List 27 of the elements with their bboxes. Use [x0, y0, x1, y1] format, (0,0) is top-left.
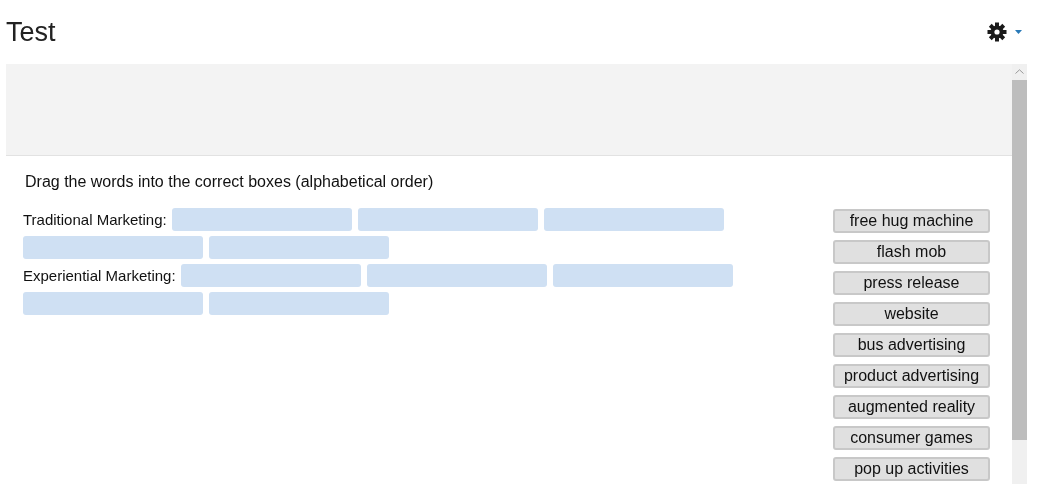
category-label: Experiential Marketing: — [23, 267, 176, 284]
scroll-up-icon[interactable] — [1015, 69, 1024, 74]
drop-zone[interactable] — [357, 208, 538, 231]
settings-icon — [987, 22, 1007, 42]
caret-icon — [1015, 30, 1022, 34]
drop-zone[interactable] — [209, 292, 389, 315]
word-tile[interactable]: free hug machine — [833, 209, 990, 233]
drop-zone[interactable] — [366, 264, 547, 287]
word-tile[interactable]: bus advertising — [833, 333, 990, 357]
category-label: Traditional Marketing: — [23, 211, 167, 228]
word-tile[interactable]: website — [833, 302, 990, 326]
drop-zone[interactable] — [543, 208, 724, 231]
drop-zone[interactable] — [180, 264, 361, 287]
drop-zone[interactable] — [552, 264, 733, 287]
drop-zone[interactable] — [209, 236, 389, 259]
word-tile[interactable]: consumer games — [833, 426, 990, 450]
word-tile[interactable]: flash mob — [833, 240, 990, 264]
drop-zone[interactable] — [23, 292, 203, 315]
drop-zone[interactable] — [23, 236, 203, 259]
drop-zone[interactable] — [171, 208, 352, 231]
word-tile[interactable]: press release — [833, 271, 990, 295]
word-tile[interactable]: product advertising — [833, 364, 990, 388]
instruction-text: Drag the words into the correct boxes (alphabetical order) — [25, 173, 435, 191]
page-title: Test — [6, 16, 56, 48]
word-tile[interactable]: pop up activities — [833, 457, 990, 481]
settings-menu-button[interactable] — [987, 22, 1022, 42]
word-tile[interactable]: augmented reality — [833, 395, 990, 419]
